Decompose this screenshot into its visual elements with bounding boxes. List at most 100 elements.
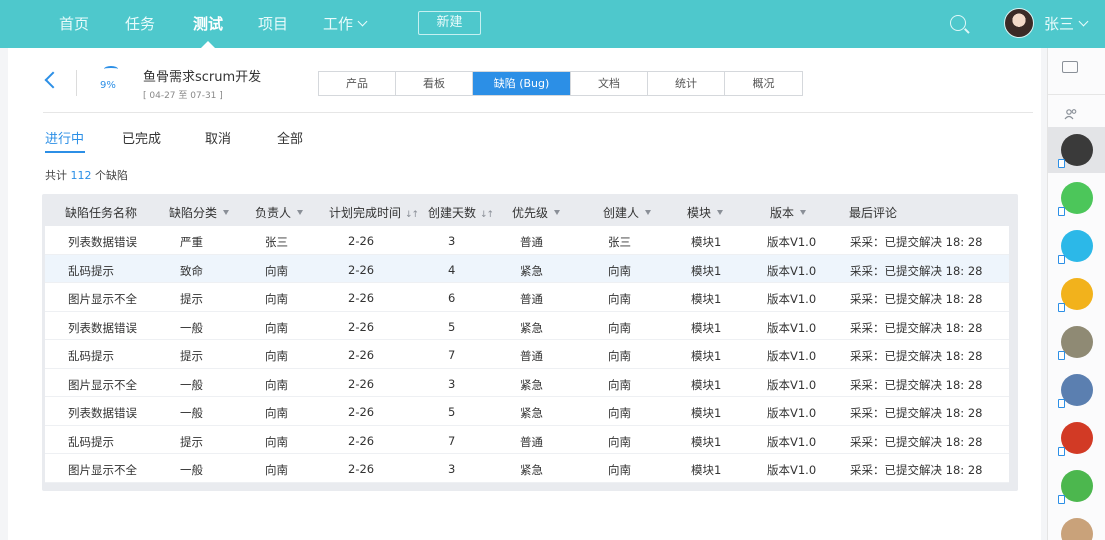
dropdown-icon <box>297 210 304 215</box>
table-cell: 2-26 <box>348 234 375 248</box>
nav-work[interactable]: 工作 <box>323 0 368 48</box>
table-cell: 版本V1.0 <box>767 377 817 392</box>
chat-icon[interactable] <box>1062 61 1078 73</box>
table-row[interactable]: 图片显示不全 一般 向南 2-26 3 紧急 向南 模块1 版本V1.0 采采：已提交解决 18:… <box>45 454 1009 483</box>
table-cell: 采采：已提交解决 18: 28 <box>850 292 983 306</box>
avatar-speaker-icon[interactable] <box>1058 278 1093 312</box>
nav-projects[interactable]: 项目 <box>258 0 288 48</box>
table-cell: 7 <box>448 348 456 362</box>
table-cell: 向南 <box>265 434 288 449</box>
table-cell: 版本V1.0 <box>767 235 817 249</box>
table-cell: 致命 <box>180 263 203 278</box>
tab-stats[interactable]: 统计 <box>648 72 725 95</box>
table-cell: 向南 <box>265 263 288 278</box>
tab-docs[interactable]: 文档 <box>571 72 648 95</box>
column-header-days[interactable]: 创建天数 ↓↑ <box>428 204 494 221</box>
table-cell: 张三 <box>265 235 288 249</box>
table-cell: 版本V1.0 <box>767 320 817 335</box>
tab-bug[interactable]: 缺陷 (Bug) <box>473 72 571 95</box>
table-cell: 采采：已提交解决 18: 28 <box>850 463 983 477</box>
column-header-priority[interactable]: 优先级 <box>512 204 561 221</box>
table-cell: 紧急 <box>520 377 543 392</box>
tab-product[interactable]: 产品 <box>319 72 396 95</box>
search-icon[interactable] <box>950 15 966 31</box>
device-icon <box>1058 351 1065 360</box>
table-row[interactable]: 图片显示不全 提示 向南 2-26 6 普通 向南 模块1 版本V1.0 采采：已提交解决 18:… <box>45 283 1009 312</box>
table-cell: 版本V1.0 <box>767 406 817 420</box>
dropdown-icon <box>223 210 230 215</box>
table-cell: 向南 <box>608 434 631 449</box>
column-header-last-comment: 最后评论 <box>849 206 898 220</box>
table-row[interactable]: 列表数据错误 一般 向南 2-26 5 紧急 向南 模块1 版本V1.0 采采：已提交解决 18:… <box>45 311 1009 340</box>
table-cell: 5 <box>448 319 456 334</box>
table-cell: 列表数据错误 <box>68 320 137 335</box>
avatar-globe-icon[interactable] <box>1058 374 1093 408</box>
table-cell: 向南 <box>608 320 631 335</box>
column-header-creator[interactable]: 创建人 <box>603 204 652 221</box>
user-menu[interactable]: 张三 <box>1044 0 1089 48</box>
table-cell: 模块1 <box>691 263 722 278</box>
status-tab-all[interactable]: 全部 <box>277 128 303 147</box>
table-cell: 采采：已提交解决 18: 28 <box>850 235 983 249</box>
table-cell: 紧急 <box>520 263 543 278</box>
table-cell: 提示 <box>180 349 203 363</box>
progress-ring <box>104 66 118 72</box>
table-row[interactable]: 图片显示不全 一般 向南 2-26 3 紧急 向南 模块1 版本V1.0 采采：已提交解决 18:… <box>45 368 1009 397</box>
dropdown-icon <box>554 210 561 215</box>
table-cell: 版本V1.0 <box>767 463 817 477</box>
status-tab-done[interactable]: 已完成 <box>122 128 161 147</box>
column-header-name: 缺陷任务名称 <box>65 206 138 220</box>
table-cell: 2-26 <box>348 376 375 391</box>
count-prefix: 共计 <box>45 169 67 182</box>
table-row[interactable]: 乱码提示 提示 向南 2-26 7 普通 向南 模块1 版本V1.0 采采：已提交解决 18: 2… <box>45 340 1009 369</box>
tab-kanban[interactable]: 看板 <box>396 72 473 95</box>
avatar-girl-icon[interactable] <box>1058 134 1093 168</box>
column-header-assignee[interactable]: 负责人 <box>255 204 304 221</box>
table-cell: 乱码提示 <box>68 349 114 363</box>
avatar-person-icon[interactable] <box>1058 230 1093 264</box>
table-cell: 模块1 <box>691 463 722 477</box>
avatar-festive-icon[interactable] <box>1058 422 1093 456</box>
table-cell: 普通 <box>520 349 543 363</box>
table-row[interactable]: 列表数据错误 一般 向南 2-26 5 紧急 向南 模块1 版本V1.0 采采：已提交解决 18:… <box>45 397 1009 426</box>
new-button[interactable]: 新建 <box>418 11 481 35</box>
table-cell: 版本V1.0 <box>767 434 817 449</box>
table-cell: 3 <box>448 462 456 476</box>
table-row[interactable]: 列表数据错误 严重 张三 2-26 3 普通 张三 模块1 版本V1.0 采采：已提交解决 18:… <box>45 226 1009 255</box>
avatar-stickman-icon[interactable] <box>1058 470 1093 504</box>
chevron-down-icon <box>1078 16 1089 27</box>
dropdown-icon <box>717 210 724 215</box>
avatar-fish-icon[interactable] <box>1058 182 1093 216</box>
group-icon[interactable] <box>1064 108 1078 120</box>
nav-testing[interactable]: 测试 <box>193 0 223 48</box>
active-tab-underline <box>45 151 85 153</box>
table-row[interactable]: 乱码提示 提示 向南 2-26 7 普通 向南 模块1 版本V1.0 采采：已提交解决 18: 2… <box>45 425 1009 454</box>
top-nav-bar: 首页 任务 测试 项目 工作 新建 张三 <box>0 0 1105 48</box>
progress-percent: 9% <box>100 80 116 91</box>
column-header-module[interactable]: 模块 <box>687 204 724 221</box>
table-cell: 张三 <box>608 235 631 249</box>
tab-overview[interactable]: 概况 <box>725 72 802 95</box>
table-cell: 普通 <box>520 434 543 449</box>
table-cell: 版本V1.0 <box>767 292 817 306</box>
count-value: 112 <box>70 169 92 182</box>
table-row[interactable]: 乱码提示 致命 向南 2-26 4 紧急 向南 模块1 版本V1.0 采采：已提交解决 18: 2… <box>45 254 1009 283</box>
column-header-category[interactable]: 缺陷分类 <box>169 204 230 221</box>
table-cell: 向南 <box>608 463 631 477</box>
nav-home[interactable]: 首页 <box>59 0 89 48</box>
status-tab-cancelled[interactable]: 取消 <box>205 128 231 147</box>
table-cell: 2-26 <box>348 405 375 419</box>
status-tab-in-progress[interactable]: 进行中 <box>45 128 84 147</box>
table-cell: 采采：已提交解决 18: 28 <box>850 377 983 392</box>
table-cell: 6 <box>448 291 456 305</box>
table-cell: 5 <box>448 405 456 419</box>
nav-tasks[interactable]: 任务 <box>125 0 155 48</box>
avatar-turtle-icon[interactable] <box>1058 326 1093 360</box>
column-header-due-date[interactable]: 计划完成时间 ↓↑ <box>329 204 419 221</box>
column-header-version[interactable]: 版本 <box>770 204 807 221</box>
avatar-cat-icon[interactable] <box>1061 518 1093 540</box>
table-cell: 一般 <box>180 377 203 392</box>
table-cell: 严重 <box>180 235 203 249</box>
active-indicator <box>201 41 215 48</box>
user-avatar[interactable] <box>1004 8 1034 38</box>
